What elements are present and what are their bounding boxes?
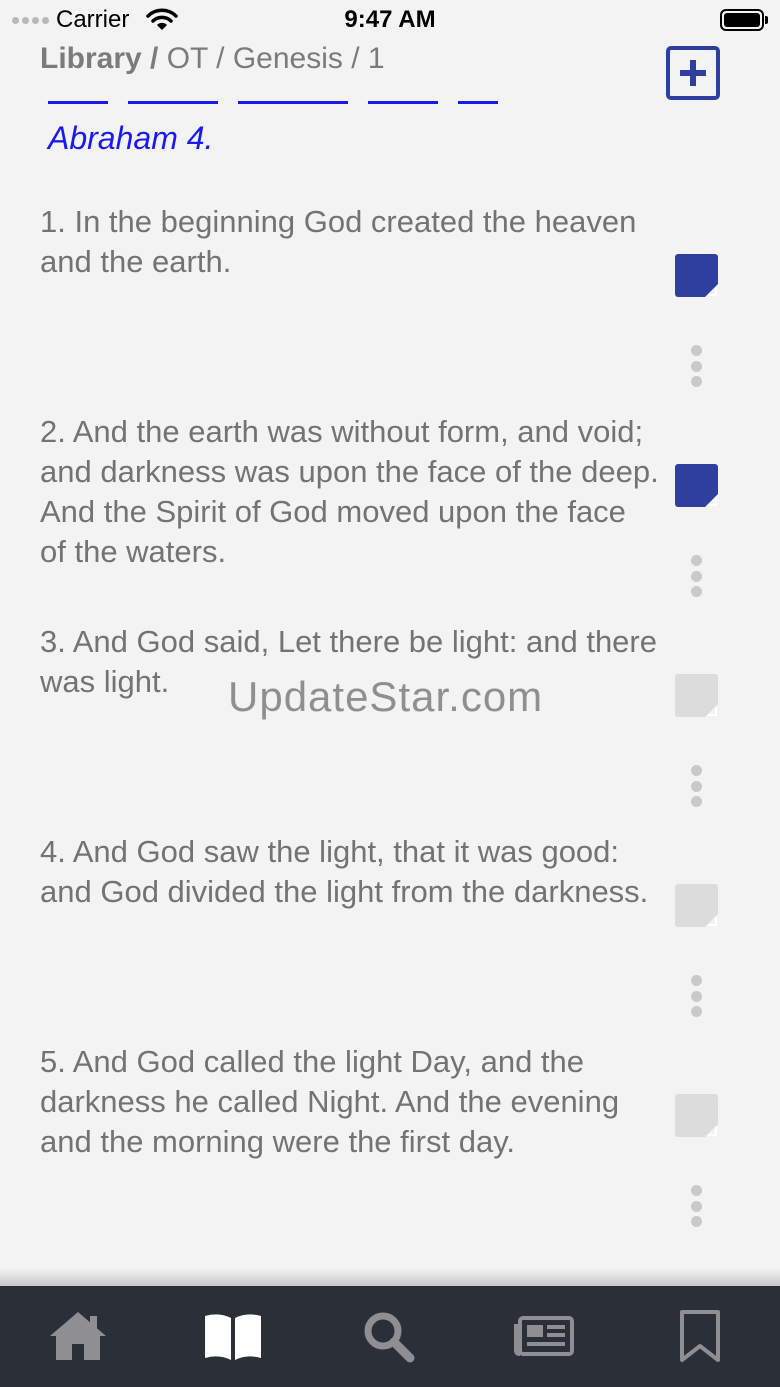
tab-news[interactable]: [512, 1308, 576, 1364]
verse-3[interactable]: 3. And God said, Let there be light: and…: [40, 622, 660, 702]
cross-reference-link[interactable]: Abraham 4.: [48, 120, 213, 157]
tab-bar-shadow: [0, 1268, 780, 1286]
search-icon: [364, 1312, 415, 1363]
tab-library[interactable]: [201, 1308, 265, 1364]
status-bar: Carrier 9:47 AM: [0, 0, 780, 40]
clipped-text-line: [48, 97, 508, 105]
more-options-icon[interactable]: [689, 765, 703, 807]
breadcrumb-path[interactable]: OT / Genesis / 1: [158, 42, 385, 75]
note-icon[interactable]: [675, 254, 718, 297]
tab-bar: [0, 1286, 780, 1387]
more-options-icon[interactable]: [689, 975, 703, 1017]
more-options-icon[interactable]: [689, 555, 703, 597]
home-icon: [50, 1312, 106, 1360]
bookmark-icon: [680, 1310, 720, 1362]
more-options-icon[interactable]: [689, 345, 703, 387]
battery-icon: [720, 9, 768, 31]
note-icon[interactable]: [675, 1094, 718, 1137]
note-icon[interactable]: [675, 464, 718, 507]
newspaper-icon: [514, 1316, 574, 1356]
clock: 9:47 AM: [344, 6, 436, 33]
note-icon[interactable]: [675, 884, 718, 927]
tab-search[interactable]: [356, 1308, 420, 1364]
note-icon[interactable]: [675, 674, 718, 717]
add-button[interactable]: [666, 46, 720, 100]
verse-2[interactable]: 2. And the earth was without form, and v…: [40, 412, 660, 572]
tab-bookmarks[interactable]: [668, 1308, 732, 1364]
verse-4[interactable]: 4. And God saw the light, that it was go…: [40, 832, 660, 912]
verse-1[interactable]: 1. In the beginning God created the heav…: [40, 202, 660, 282]
breadcrumb-library[interactable]: Library /: [40, 42, 158, 75]
verse-5[interactable]: 5. And God called the light Day, and the…: [40, 1042, 660, 1162]
more-options-icon[interactable]: [689, 1185, 703, 1227]
book-open-icon: [205, 1314, 261, 1360]
tab-home[interactable]: [46, 1308, 110, 1364]
breadcrumb[interactable]: Library / OT / Genesis / 1: [40, 42, 385, 76]
